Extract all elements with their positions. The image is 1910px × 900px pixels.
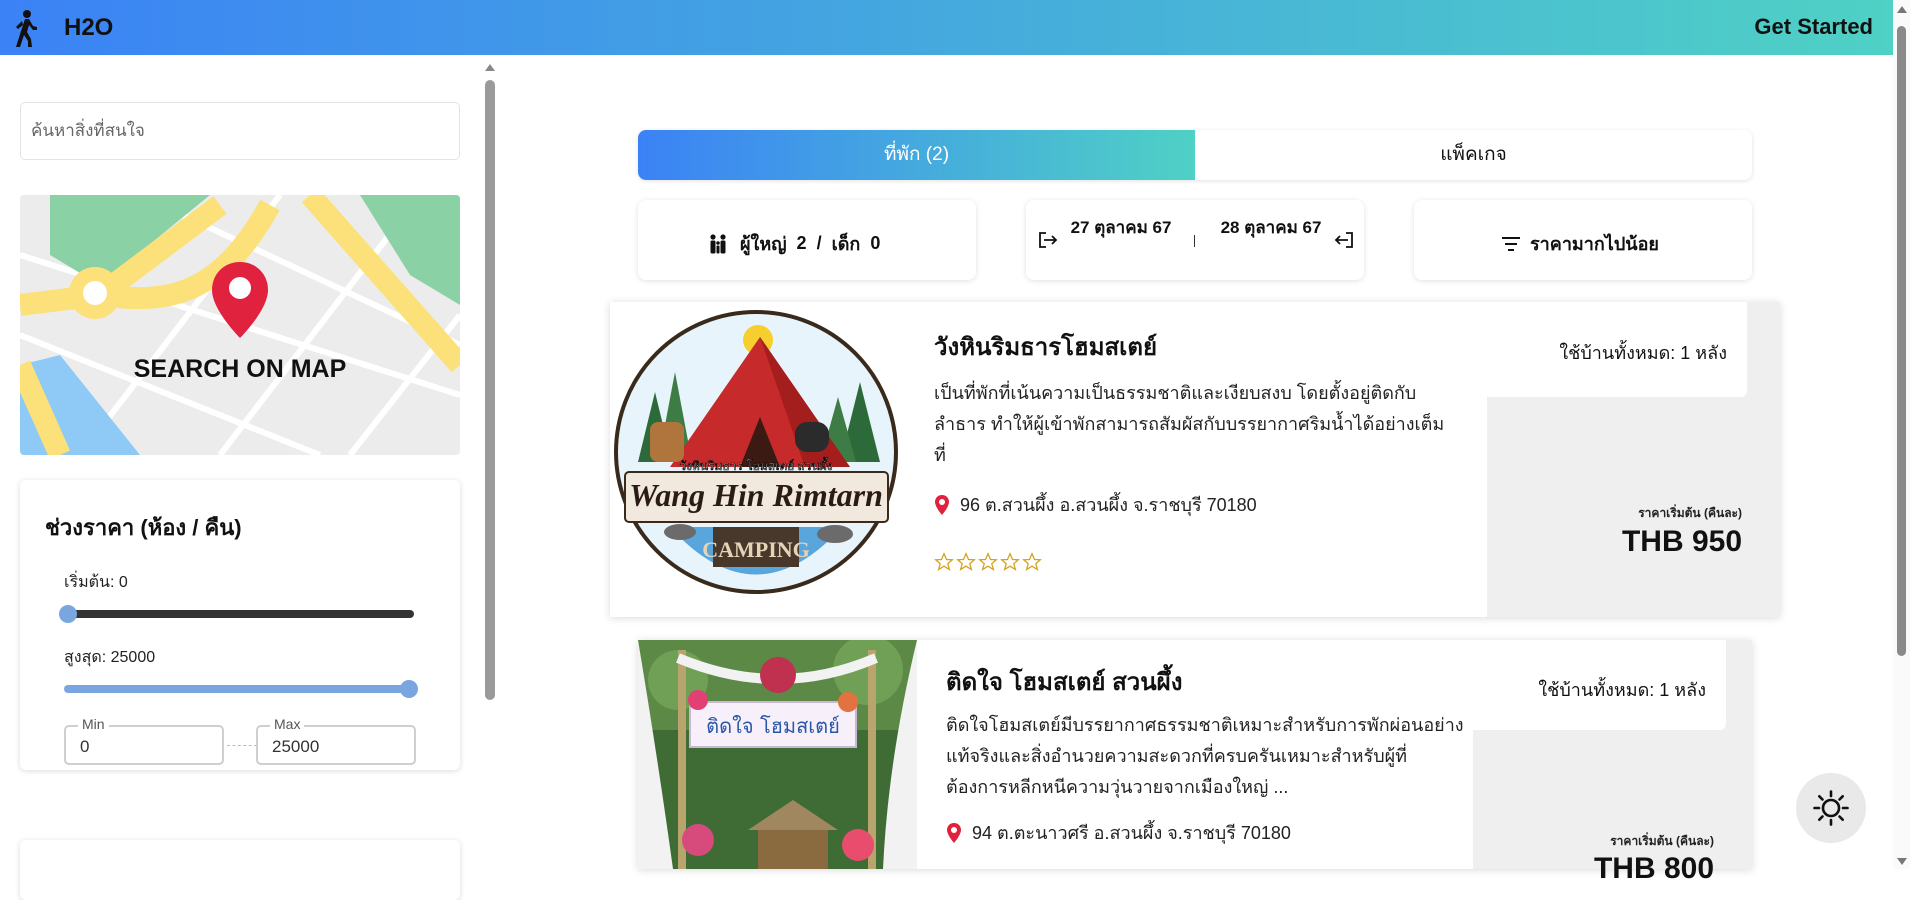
sort-label: ราคามากไปน้อย — [1530, 234, 1659, 254]
min-price-label: เริ่มต้น: 0 — [64, 574, 128, 591]
max-price-slider[interactable] — [64, 680, 418, 698]
scrollbar-thumb[interactable] — [1897, 26, 1906, 656]
tab-packages[interactable]: แพ็คเกจ — [1195, 130, 1752, 180]
listing-card[interactable]: ติดใจ โฮมสเตย์ ติดใจ โฮมสเตย์ สวนผึ้ง ติ… — [638, 640, 1752, 885]
walking-person-icon — [16, 10, 37, 47]
star-outline-icon — [1022, 552, 1042, 571]
filter-sidebar: SEARCH ON MAP ช่วงราคา (ห้อง / คืน) เริ่… — [0, 55, 480, 900]
max-field-value[interactable]: 25000 — [272, 737, 319, 757]
range-divider — [227, 745, 257, 746]
min-slider-handle[interactable] — [59, 605, 77, 623]
sidebar-scrollbar-thumb[interactable] — [485, 80, 495, 700]
price-range-title: ช่วงราคา (ห้อง / คืน) — [45, 515, 242, 540]
map-pin-icon — [212, 262, 268, 338]
address-text: 94 ต.ตะนาวศรี อ.สวนผึ้ง จ.ราชบุรี 70180 — [972, 823, 1291, 843]
listing-description: ติดใจโฮมสเตย์มีบรรยากาศธรรมชาติเหมาะสำหร… — [946, 715, 1464, 797]
next-filter-card — [20, 840, 460, 900]
usage-info: ใช้บ้านทั้งหมด: 1 หลัง — [1473, 640, 1726, 730]
svg-text:CAMPING: CAMPING — [702, 537, 810, 562]
top-app-bar: H2O Get Started — [0, 0, 1893, 55]
listing-photo: ติดใจ โฮมสเตย์ — [638, 640, 917, 869]
sidebar-scroll-up-arrow[interactable] — [485, 64, 495, 71]
listing-address: 96 ต.สวนผึ้ง อ.สวนผึ้ง จ.ราชบุรี 70180 — [934, 490, 1257, 519]
max-slider-handle[interactable] — [400, 680, 418, 698]
family-icon — [710, 233, 726, 253]
listing-name[interactable]: ติดใจ โฮมสเตย์ สวนผึ้ง — [946, 662, 1182, 701]
search-on-map-card[interactable]: SEARCH ON MAP — [20, 195, 460, 455]
get-started-link[interactable]: Get Started — [1754, 14, 1873, 40]
star-outline-icon — [934, 552, 954, 571]
sort-selector[interactable]: ราคามากไปน้อย — [1414, 200, 1752, 280]
address-text: 96 ต.สวนผึ้ง อ.สวนผึ้ง จ.ราชบุรี 70180 — [960, 495, 1257, 515]
star-outline-icon — [956, 552, 976, 571]
svg-text:Wang Hin Rimtarn: Wang Hin Rimtarn — [629, 477, 883, 513]
results-tabs: ที่พัก (2) แพ็คเกจ — [638, 130, 1752, 180]
child-count: 0 — [870, 233, 881, 253]
scroll-up-arrow[interactable] — [1897, 6, 1907, 13]
guests-selector[interactable]: ผู้ใหญ่ 2 / เด็ก 0 — [638, 200, 976, 280]
check-in-icon — [1039, 232, 1058, 248]
price-note: ราคาเริ่มต้น (คืนละ) — [1638, 506, 1742, 520]
guest-separator: / — [816, 233, 822, 253]
listing-address: 94 ต.ตะนาวศรี อ.สวนผึ้ง จ.ราชบุรี 70180 — [946, 818, 1291, 847]
check-out-icon — [1334, 232, 1353, 248]
listing-card[interactable]: Wang Hin Rimtarn วังหินริมธาร โฮมสเตย์ ส… — [610, 302, 1780, 617]
price-value: THB 950 — [1621, 525, 1742, 558]
theme-toggle-button[interactable] — [1796, 773, 1866, 843]
tab-accommodation[interactable]: ที่พัก (2) — [638, 130, 1195, 180]
svg-text:ติดใจ โฮมสเตย์: ติดใจ โฮมสเตย์ — [706, 714, 840, 738]
scroll-down-arrow[interactable] — [1897, 858, 1907, 865]
listing-name[interactable]: วังหินริมธารโฮมสเตย์ — [934, 327, 1157, 366]
check-out-date[interactable]: 28 ตุลาคม 67 — [1216, 216, 1326, 240]
price-value: THB 800 — [1593, 852, 1714, 885]
svg-text:วังหินริมธาร โฮมสเตย์ สวนผึ้ง: วังหินริมธาร โฮมสเตย์ สวนผึ้ง — [679, 457, 832, 473]
search-on-map-label: SEARCH ON MAP — [133, 355, 347, 383]
price-note: ราคาเริ่มต้น (คืนละ) — [1610, 834, 1714, 848]
min-field-value[interactable]: 0 — [80, 737, 89, 757]
child-label: เด็ก — [831, 234, 861, 254]
location-pin-icon — [935, 494, 949, 515]
page-scrollbar[interactable] — [1893, 0, 1910, 869]
min-price-field[interactable]: Min 0 — [64, 716, 224, 765]
star-outline-icon — [978, 552, 998, 571]
filter-icon — [1502, 236, 1520, 251]
date-range-selector[interactable]: 27 ตุลาคม 67 28 ตุลาคม 67 — [1026, 200, 1364, 280]
search-input[interactable] — [20, 102, 460, 160]
min-price-slider[interactable] — [59, 605, 414, 623]
rating-stars — [934, 552, 1042, 572]
max-price-label: สูงสุด: 25000 — [64, 649, 156, 666]
max-field-legend: Max — [270, 716, 305, 732]
location-pin-icon — [947, 822, 961, 843]
max-price-field[interactable]: Max 25000 — [256, 716, 416, 765]
price-range-filter: ช่วงราคา (ห้อง / คืน) เริ่มต้น: 0 สูงสุด… — [20, 480, 460, 770]
listing-logo-image: Wang Hin Rimtarn วังหินริมธาร โฮมสเตย์ ส… — [610, 302, 903, 617]
sidebar-scrollbar[interactable] — [483, 55, 497, 705]
check-in-date[interactable]: 27 ตุลาคม 67 — [1066, 216, 1176, 240]
app-title[interactable]: H2O — [64, 14, 113, 42]
sun-icon — [1813, 790, 1849, 826]
adult-count: 2 — [796, 233, 807, 253]
usage-info: ใช้บ้านทั้งหมด: 1 หลัง — [1487, 302, 1747, 397]
min-field-legend: Min — [78, 716, 109, 732]
adult-label: ผู้ใหญ่ — [740, 234, 787, 254]
star-outline-icon — [1000, 552, 1020, 571]
date-separator — [1194, 235, 1195, 247]
listing-description: เป็นที่พักที่เน้นความเป็นธรรมชาติและเงีย… — [934, 383, 1445, 465]
